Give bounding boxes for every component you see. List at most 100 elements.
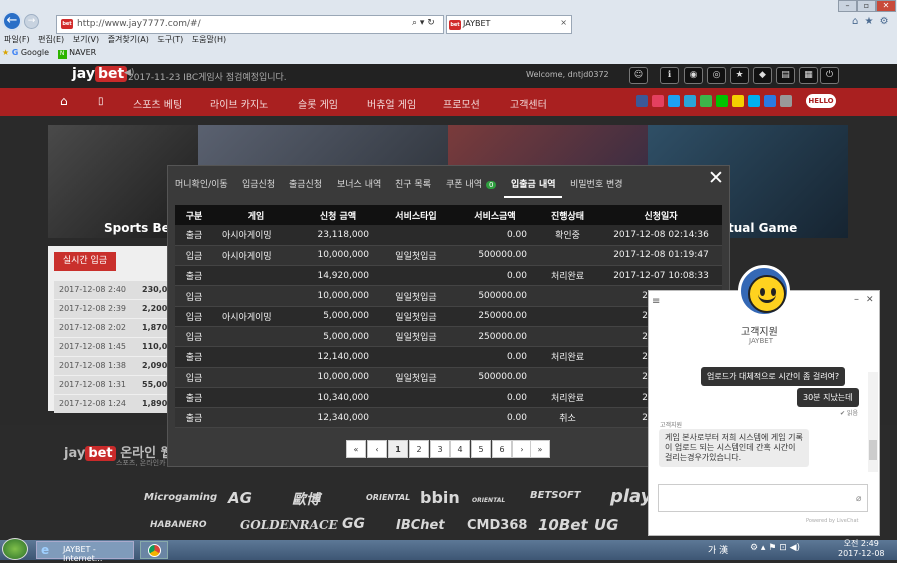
page-button[interactable]: 6	[492, 440, 512, 458]
page-button[interactable]: 1	[388, 440, 408, 458]
nav-slot[interactable]: 슬롯 게임	[298, 96, 338, 111]
tray-icons[interactable]: ⚙ ▴ ⚑ ⊡ ◀)	[750, 543, 800, 553]
home-star-gear-icons[interactable]: ⌂ ★ ⚙	[852, 16, 889, 27]
search-icon[interactable]: ⌕ ▾ ↻	[412, 18, 435, 28]
menu-edit[interactable]: 편집(E)	[38, 35, 64, 44]
qq-icon[interactable]	[764, 95, 776, 107]
browser-tab[interactable]: bet JAYBET ×	[446, 15, 572, 34]
menu-bar: 파일(F) 편집(E) 보기(V) 즐겨찾기(A) 도구(T) 도움말(H)	[4, 34, 226, 45]
forward-icon[interactable]: →	[24, 14, 39, 29]
page-button[interactable]: ›	[512, 440, 532, 458]
attach-icon[interactable]: ⌀	[856, 494, 861, 504]
fav-naver[interactable]: NAVER	[69, 48, 96, 57]
user-icon[interactable]: ☺	[629, 67, 648, 84]
chat-menu-icon[interactable]: ≡	[652, 296, 660, 307]
telegram-icon[interactable]	[684, 95, 696, 107]
ime-indicator[interactable]: 가 漢	[708, 543, 728, 556]
line-icon[interactable]	[716, 95, 728, 107]
table-cell	[213, 387, 299, 409]
page-button[interactable]: «	[346, 440, 366, 458]
nav-promotion[interactable]: 프로모션	[443, 96, 480, 111]
page-button[interactable]: ‹	[367, 440, 387, 458]
url-text: http://www.jay7777.com/#/	[77, 19, 201, 29]
tab-coupon-history[interactable]: 쿠폰 내역 0	[446, 177, 497, 190]
tab-deposit-withdraw-history[interactable]: 입출금 내역	[511, 177, 556, 190]
list-icon[interactable]: ▤	[776, 67, 795, 84]
menu-tools[interactable]: 도구(T)	[157, 35, 183, 44]
table-cell: 250000.00	[455, 326, 535, 348]
start-button[interactable]	[2, 538, 28, 560]
taskbar-chrome[interactable]	[140, 541, 168, 559]
chat-scrollbar[interactable]	[868, 372, 878, 472]
table-cell: 아시아게이밍	[213, 225, 299, 246]
nav-support[interactable]: 고객센터	[510, 96, 547, 111]
tab-money-check[interactable]: 머니확인/이동	[175, 177, 228, 190]
mobile-icon[interactable]: ▯	[98, 96, 104, 107]
facebook-icon[interactable]	[636, 95, 648, 107]
brand-microgaming: Microgaming	[144, 492, 218, 503]
close-window-button[interactable]: ✕	[876, 0, 896, 12]
address-bar[interactable]: bet http://www.jay7777.com/#/ ⌕ ▾ ↻	[56, 15, 444, 34]
page-button[interactable]: 2	[409, 440, 429, 458]
page-button[interactable]: 5	[471, 440, 491, 458]
twitter-icon[interactable]	[668, 95, 680, 107]
table-cell: 14,920,000	[299, 265, 377, 287]
table-row: 입금 아시아게이밍 10,000,000 일일첫입금 500000.00 2017-12-…	[175, 245, 722, 267]
banner-virtual-label: tual Game	[728, 221, 798, 235]
star-icon[interactable]: ★	[730, 67, 749, 84]
doc-icon[interactable]: ▦	[799, 67, 818, 84]
table-header: 구분 게임 신청 금액 서비스타입 서비스금액 진행상태 신청일자	[175, 205, 722, 225]
back-icon[interactable]: ←	[2, 11, 22, 31]
tag-icon[interactable]: ◆	[753, 67, 772, 84]
favorites-star-icon[interactable]: ★	[2, 48, 9, 57]
table-cell	[377, 346, 455, 368]
taskbar-clock[interactable]: 오전 2:49 2017-12-08	[838, 539, 885, 559]
realtime-row: 2017-12-08 2:40 230,0	[54, 281, 168, 299]
home-icon[interactable]: ⌂	[60, 94, 68, 108]
realtime-row: 2017-12-08 1:45 110,0	[54, 338, 168, 356]
brand-oriental: ORIENTAL	[366, 493, 411, 502]
tab-withdraw-request[interactable]: 출금신청	[289, 177, 322, 190]
instagram-icon[interactable]	[652, 95, 664, 107]
minimize-button[interactable]: –	[838, 0, 857, 12]
tab-deposit-request[interactable]: 입금신청	[242, 177, 275, 190]
table-cell: 0.00	[455, 407, 535, 429]
chat-avatar	[738, 265, 790, 317]
nav-live-casino[interactable]: 라이브 카지노	[210, 96, 268, 111]
menu-file[interactable]: 파일(F)	[4, 35, 30, 44]
menu-favorites[interactable]: 즐겨찾기(A)	[108, 35, 149, 44]
site-logo[interactable]: jay bet	[72, 66, 128, 82]
skype-icon[interactable]	[748, 95, 760, 107]
kakao-icon[interactable]	[732, 95, 744, 107]
page-button[interactable]: »	[530, 440, 550, 458]
tab-password-change[interactable]: 비밀번호 변경	[570, 177, 623, 190]
modal-close-icon[interactable]: ✕	[708, 167, 724, 189]
scroll-thumb[interactable]	[869, 440, 877, 460]
table-cell: 2017-12-07 10:08:33	[600, 265, 722, 287]
taskbar-ie[interactable]: e JAYBET - Internet...	[36, 541, 134, 563]
chat-input[interactable]	[658, 484, 868, 512]
tab-bonus-history[interactable]: 보너스 내역	[337, 177, 381, 190]
tab-friend-list[interactable]: 친구 목록	[395, 177, 431, 190]
info-icon[interactable]: ℹ	[660, 67, 679, 84]
table-cell	[213, 346, 299, 368]
menu-view[interactable]: 보기(V)	[73, 35, 99, 44]
page-button[interactable]: 4	[450, 440, 470, 458]
tab-close-icon[interactable]: ×	[560, 18, 567, 27]
notice-ticker: 2017-11-23 IBC게임사 점검예정입니다.	[128, 73, 287, 83]
chips-icon[interactable]: ◎	[707, 67, 726, 84]
chat-close-icon[interactable]: ✕	[866, 295, 874, 305]
chat-minimize-icon[interactable]: –	[854, 294, 859, 305]
menu-help[interactable]: 도움말(H)	[192, 35, 226, 44]
mail-icon[interactable]	[780, 95, 792, 107]
nav-sports[interactable]: 스포츠 베팅	[133, 96, 182, 111]
wechat-icon[interactable]	[700, 95, 712, 107]
realtime-deposit-button[interactable]: 실시간 입금	[54, 252, 116, 271]
nav-virtual[interactable]: 버츄얼 게임	[367, 96, 416, 111]
power-icon[interactable]: ⏻	[820, 67, 839, 84]
coins-icon[interactable]: ◉	[684, 67, 703, 84]
maximize-button[interactable]: ▫	[857, 0, 876, 12]
hello-badge[interactable]: HELLO	[806, 94, 836, 108]
fav-google[interactable]: Google	[21, 48, 49, 57]
page-button[interactable]: 3	[430, 440, 450, 458]
